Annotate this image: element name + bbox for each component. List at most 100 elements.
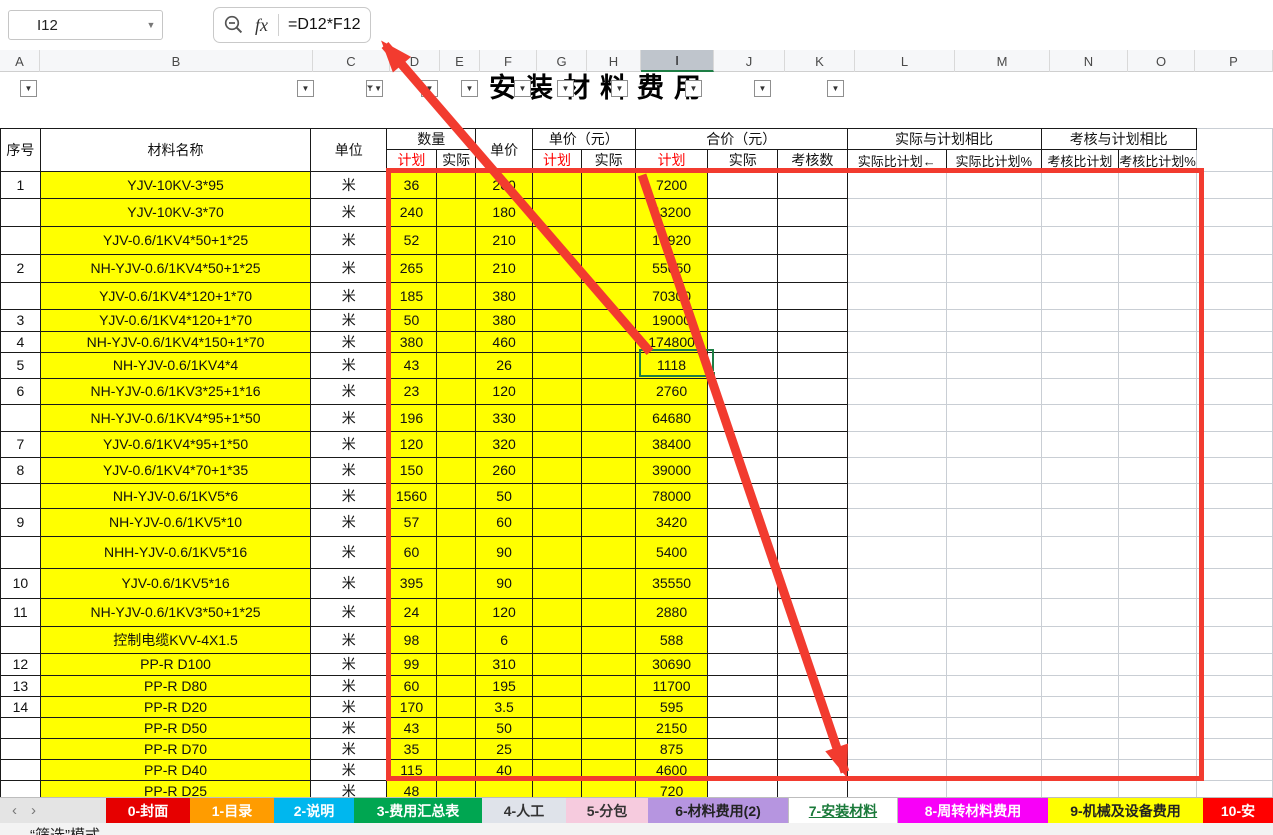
cell-F[interactable]: 320: [475, 430, 533, 458]
cell-F[interactable]: 460: [475, 330, 533, 353]
sheet-tab-8[interactable]: 8-周转材料费用: [898, 798, 1048, 823]
cell-P[interactable]: [1195, 597, 1273, 627]
cell-P[interactable]: [1195, 695, 1273, 718]
cell-E[interactable]: [435, 253, 477, 283]
cell-D[interactable]: 240: [386, 197, 437, 227]
column-header-F[interactable]: F: [480, 50, 537, 72]
cell-A[interactable]: 14: [0, 695, 41, 718]
cell-G[interactable]: [531, 482, 583, 509]
cell-F[interactable]: 260: [475, 456, 533, 484]
cell-C[interactable]: 米: [310, 225, 388, 255]
cell-N[interactable]: [1040, 597, 1120, 627]
cell-I[interactable]: 5400: [634, 535, 709, 569]
cell-H[interactable]: [581, 737, 636, 760]
cell-H[interactable]: [581, 253, 636, 283]
cell-H[interactable]: [581, 482, 636, 509]
cell-B[interactable]: PP-R D50: [39, 716, 312, 739]
cell-N[interactable]: [1040, 507, 1120, 537]
cell-C[interactable]: 米: [310, 377, 388, 405]
cell-I[interactable]: 39000: [634, 456, 709, 484]
cell-L[interactable]: [846, 482, 948, 509]
header-p-empty[interactable]: [1195, 127, 1273, 172]
cell-J[interactable]: [707, 716, 779, 739]
cell-O[interactable]: [1118, 625, 1197, 654]
cell-E[interactable]: [435, 456, 477, 484]
cell-A[interactable]: [0, 403, 41, 432]
cell-E[interactable]: [435, 281, 477, 310]
cell-C[interactable]: 米: [310, 308, 388, 332]
cell-M[interactable]: [946, 779, 1042, 797]
header-total-plan[interactable]: 计划: [634, 148, 709, 172]
cell-B[interactable]: YJV-0.6/1KV5*16: [39, 567, 312, 599]
cell-D[interactable]: 60: [386, 674, 437, 697]
cell-C[interactable]: 米: [310, 652, 388, 676]
cell-N[interactable]: [1040, 716, 1120, 739]
cell-I[interactable]: 595: [634, 695, 709, 718]
cell-C[interactable]: 米: [310, 716, 388, 739]
cell-G[interactable]: [531, 330, 583, 353]
cell-K[interactable]: [777, 430, 848, 458]
cell-P[interactable]: [1195, 225, 1273, 255]
cell-L[interactable]: [846, 625, 948, 654]
cell-J[interactable]: [707, 507, 779, 537]
cell-A[interactable]: 11: [0, 597, 41, 627]
cell-N[interactable]: [1040, 430, 1120, 458]
cell-L[interactable]: [846, 507, 948, 537]
cell-F[interactable]: 26: [475, 351, 533, 379]
cell-P[interactable]: [1195, 456, 1273, 484]
filter-dropdown-E[interactable]: ▼: [461, 80, 478, 97]
cell-M[interactable]: [946, 308, 1042, 332]
cell-K[interactable]: [777, 377, 848, 405]
cell-O[interactable]: [1118, 597, 1197, 627]
cell-L[interactable]: [846, 779, 948, 797]
cell-P[interactable]: [1195, 482, 1273, 509]
cell-B[interactable]: YJV-10KV-3*95: [39, 170, 312, 199]
column-header-A[interactable]: A: [0, 50, 40, 72]
cell-G[interactable]: [531, 507, 583, 537]
formula-input[interactable]: =D12*F12: [288, 16, 361, 34]
cell-B[interactable]: PP-R D100: [39, 652, 312, 676]
cell-A[interactable]: 12: [0, 652, 41, 676]
sheet-tab-10[interactable]: 10-安: [1203, 798, 1273, 823]
cell-A[interactable]: [0, 779, 41, 797]
cell-F[interactable]: 50: [475, 716, 533, 739]
cell-N[interactable]: [1040, 197, 1120, 227]
cell-G[interactable]: [531, 597, 583, 627]
cell-N[interactable]: [1040, 351, 1120, 379]
cell-P[interactable]: [1195, 281, 1273, 310]
cell-H[interactable]: [581, 403, 636, 432]
cell-G[interactable]: [531, 430, 583, 458]
cell-I[interactable]: 588: [634, 625, 709, 654]
cell-O[interactable]: [1118, 716, 1197, 739]
cell-I[interactable]: 70300: [634, 281, 709, 310]
header-unit-price-yuan[interactable]: 单价（元）: [531, 127, 636, 150]
cell-L[interactable]: [846, 716, 948, 739]
cell-J[interactable]: [707, 482, 779, 509]
cell-O[interactable]: [1118, 737, 1197, 760]
cell-M[interactable]: [946, 716, 1042, 739]
cell-C[interactable]: 米: [310, 674, 388, 697]
cell-B[interactable]: YJV-10KV-3*70: [39, 197, 312, 227]
header-unit-price[interactable]: 单价: [475, 127, 533, 172]
cell-P[interactable]: [1195, 253, 1273, 283]
cell-H[interactable]: [581, 695, 636, 718]
cell-N[interactable]: [1040, 625, 1120, 654]
cell-I[interactable]: 38400: [634, 430, 709, 458]
cell-J[interactable]: [707, 377, 779, 405]
cell-C[interactable]: 米: [310, 281, 388, 310]
cell-N[interactable]: [1040, 482, 1120, 509]
cell-G[interactable]: [531, 225, 583, 255]
cell-D[interactable]: 23: [386, 377, 437, 405]
cell-L[interactable]: [846, 377, 948, 405]
cell-K[interactable]: [777, 351, 848, 379]
cell-I[interactable]: 875: [634, 737, 709, 760]
cell-O[interactable]: [1118, 197, 1197, 227]
cell-E[interactable]: [435, 507, 477, 537]
cell-D[interactable]: 99: [386, 652, 437, 676]
cell-M[interactable]: [946, 281, 1042, 310]
cell-C[interactable]: 米: [310, 482, 388, 509]
cell-A[interactable]: 1: [0, 170, 41, 199]
cell-J[interactable]: [707, 430, 779, 458]
cell-J[interactable]: [707, 674, 779, 697]
cell-L[interactable]: [846, 308, 948, 332]
